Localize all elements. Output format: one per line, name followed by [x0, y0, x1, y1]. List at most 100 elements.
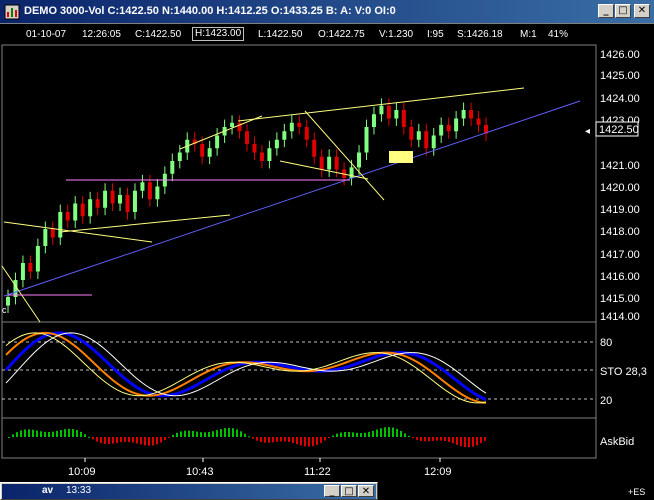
- askbid-bar: [172, 434, 174, 437]
- askbid-label: AskBid: [600, 436, 634, 448]
- candle-body: [50, 229, 55, 238]
- askbid-bar: [436, 437, 438, 441]
- candle-body: [95, 199, 100, 208]
- askbid-bar: [264, 437, 266, 443]
- askbid-bar: [160, 437, 162, 443]
- candle-body: [424, 131, 429, 149]
- candle-body: [446, 124, 451, 132]
- time-axis: 10:09 10:43 11:22 12:09: [68, 458, 452, 478]
- askbid-bar: [428, 437, 430, 442]
- candle-body: [319, 156, 324, 170]
- askbid-bar: [108, 437, 110, 445]
- askbid-bar: [168, 437, 170, 438]
- askbid-bar: [388, 427, 390, 437]
- askbid-bar: [304, 437, 306, 447]
- sto-line: [5, 332, 487, 404]
- candle-body: [28, 263, 33, 272]
- candle-body: [207, 148, 212, 157]
- askbid-bar: [412, 437, 414, 439]
- candle-body: [230, 122, 235, 127]
- candle-body: [252, 144, 257, 153]
- askbid-bar: [64, 429, 66, 437]
- askbid-bar: [152, 437, 154, 446]
- candle-body: [110, 190, 115, 204]
- price-tick: 1421.00: [600, 160, 640, 172]
- askbid-bar: [400, 430, 402, 437]
- candle-body: [431, 135, 436, 149]
- mini-window-titlebar[interactable]: av 13:33 _ □ ✕: [2, 484, 376, 499]
- chart-app-icon: [4, 4, 20, 20]
- candle-body: [394, 110, 399, 119]
- askbid-bar: [136, 437, 138, 444]
- mini-close-button[interactable]: ✕: [358, 485, 374, 497]
- askbid-bar: [296, 437, 298, 445]
- askbid-bar: [72, 429, 74, 437]
- time-tick: 11:22: [304, 466, 331, 478]
- askbid-bar: [352, 432, 354, 437]
- candle-body: [73, 203, 78, 221]
- askbid-bar: [124, 437, 126, 442]
- askbid-bar: [104, 437, 106, 444]
- maximize-button[interactable]: □: [615, 4, 631, 18]
- askbid-bar: [204, 432, 206, 437]
- candle-body: [297, 122, 302, 127]
- askbid-bar: [416, 437, 418, 440]
- candle-body: [312, 139, 317, 157]
- askbid-bar: [240, 431, 242, 437]
- candle-body: [140, 182, 145, 191]
- askbid-bar: [36, 430, 38, 437]
- askbid-bar: [452, 437, 454, 444]
- askbid-bar: [212, 431, 214, 437]
- askbid-bar: [344, 431, 346, 437]
- mini-maximize-button[interactable]: □: [341, 485, 357, 497]
- candle-body: [65, 212, 70, 221]
- askbid-bar: [84, 434, 86, 437]
- candle-body: [103, 190, 108, 208]
- askbid-bar: [88, 436, 90, 438]
- askbid-bar: [164, 437, 166, 441]
- askbid-bar: [256, 437, 258, 441]
- candle-body: [416, 131, 421, 140]
- askbid-bar: [68, 428, 70, 437]
- candle-body: [364, 127, 369, 153]
- askbid-bar: [380, 428, 382, 437]
- close-button[interactable]: ✕: [634, 4, 650, 18]
- minimize-button[interactable]: _: [598, 4, 614, 18]
- candle-body: [170, 161, 175, 174]
- candle-body: [357, 152, 362, 168]
- askbid-bar: [328, 437, 330, 438]
- askbid-bar: [216, 430, 218, 437]
- trendline-c: [279, 160, 369, 180]
- candle-body: [274, 139, 279, 149]
- mini-window[interactable]: av 13:33 _ □ ✕: [0, 482, 378, 500]
- price-chart[interactable]: 1426.00 1425.00 1424.00 1423.00 1421.00 …: [0, 24, 654, 482]
- candle-body: [334, 156, 339, 170]
- askbid-bar: [404, 433, 406, 437]
- askbid-bar: [276, 437, 278, 442]
- candle-body: [88, 199, 93, 217]
- askbid-bar: [292, 437, 294, 443]
- askbid-bar: [356, 432, 358, 437]
- askbid-bar: [484, 437, 486, 441]
- askbid-bar: [132, 437, 134, 443]
- candle-body: [118, 195, 123, 204]
- askbid-bar: [308, 437, 310, 447]
- window-titlebar[interactable]: DEMO 3000-Vol C:1422.50 N:1440.00 H:1412…: [0, 0, 654, 24]
- candle-body: [177, 152, 182, 161]
- askbid-bar: [224, 428, 226, 437]
- chart-area[interactable]: 01-10-07 12:26:05 C:1422.50 H:1423.00 L:…: [0, 24, 654, 482]
- askbid-bar: [176, 432, 178, 437]
- askbid-bar: [32, 429, 34, 437]
- askbid-bar: [156, 437, 158, 445]
- price-tick: 1416.00: [600, 271, 640, 283]
- askbid-bar: [248, 436, 250, 438]
- askbid-bar: [196, 431, 198, 437]
- askbid-bar: [80, 431, 82, 437]
- askbid-bar: [252, 437, 254, 439]
- askbid-bar: [468, 437, 470, 448]
- price-tick: 1420.00: [600, 182, 640, 194]
- price-tick: 1414.00: [600, 311, 640, 323]
- askbid-bar: [472, 437, 474, 447]
- mini-minimize-button[interactable]: _: [324, 485, 340, 497]
- askbid-bar: [28, 429, 30, 437]
